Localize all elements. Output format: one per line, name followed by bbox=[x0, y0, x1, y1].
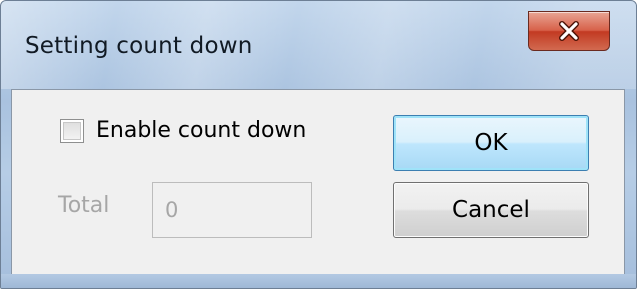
enable-countdown-checkbox[interactable] bbox=[60, 118, 84, 143]
enable-countdown-label[interactable]: Enable count down bbox=[96, 118, 306, 143]
ok-button[interactable]: OK bbox=[393, 115, 589, 171]
window-bottom-frame bbox=[1, 274, 636, 288]
dialog-title: Setting count down bbox=[25, 33, 253, 59]
dialog-window: Setting count down Enable count down Tot… bbox=[0, 0, 637, 289]
enable-countdown-option[interactable]: Enable count down bbox=[60, 118, 306, 143]
close-x-icon bbox=[558, 21, 580, 41]
total-label: Total bbox=[58, 193, 110, 218]
total-input[interactable] bbox=[152, 182, 312, 238]
cancel-button[interactable]: Cancel bbox=[393, 182, 589, 238]
close-button[interactable] bbox=[528, 11, 610, 51]
dialog-client-area: Enable count down Total OK Cancel bbox=[11, 89, 625, 275]
